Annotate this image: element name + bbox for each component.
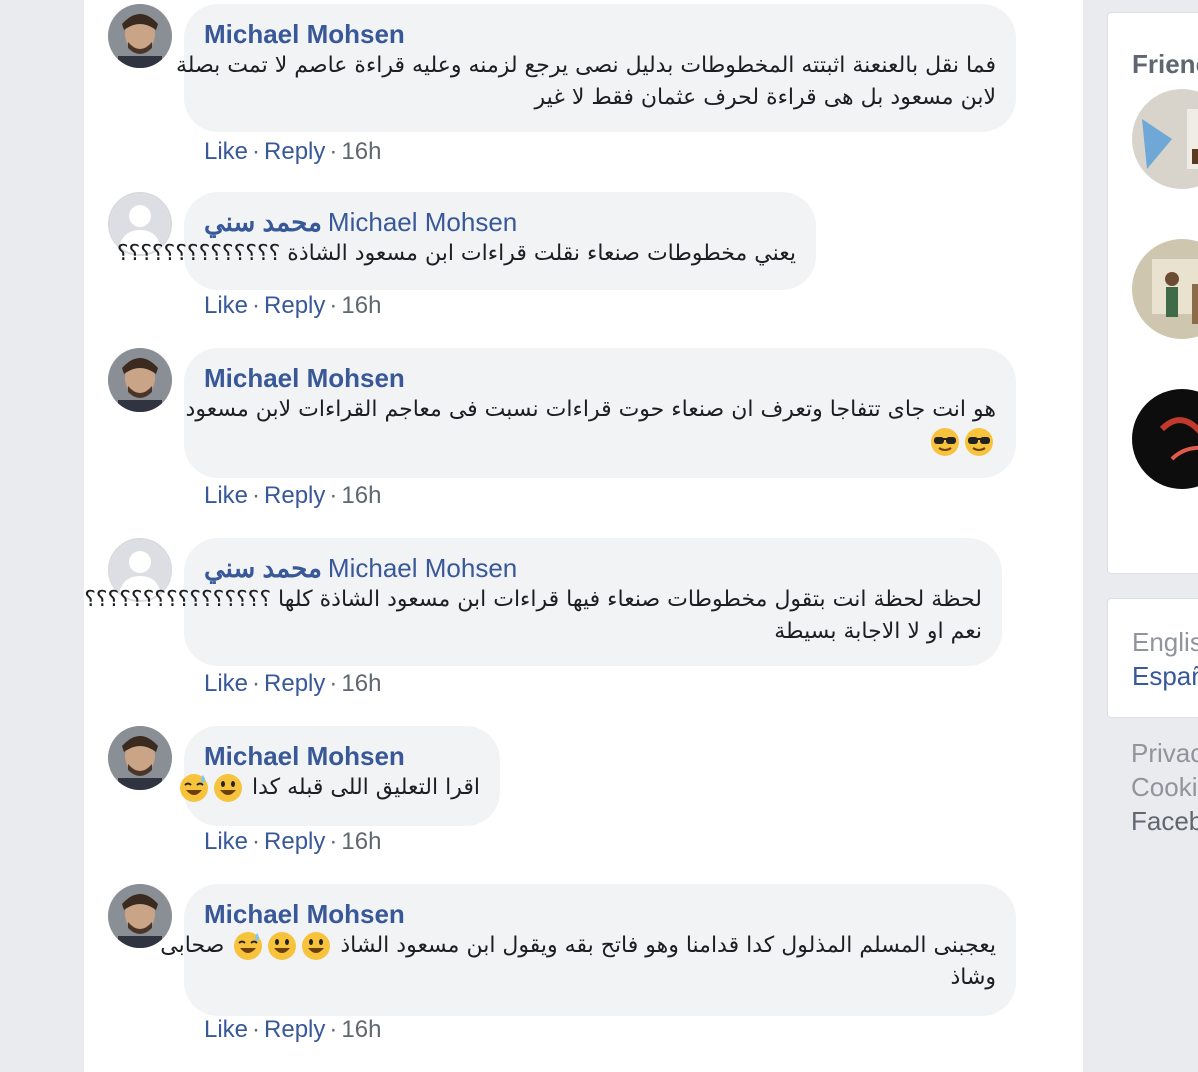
- reply-button[interactable]: Reply: [264, 292, 325, 319]
- sweat-smile-emoji: [233, 931, 263, 961]
- comment-author-link[interactable]: Michael Mohsen: [204, 741, 405, 771]
- comment-author-link[interactable]: Michael Mohsen: [204, 19, 405, 49]
- comment-text: يعني مخطوطات صنعاء نقلت قراءات ابن مسعود…: [116, 241, 796, 266]
- friend-photo[interactable]: [1132, 89, 1198, 189]
- mention-link[interactable]: Michael Mohsen: [328, 553, 517, 583]
- profile-photo-icon: [108, 726, 172, 790]
- avatar[interactable]: [108, 726, 172, 790]
- friend-photo-icon: [1132, 389, 1198, 489]
- mention-link[interactable]: Michael Mohsen: [328, 207, 517, 237]
- comment-timestamp[interactable]: 16h: [341, 828, 381, 855]
- comment-text: اقرا التعليق اللى قبله كدا: [180, 772, 480, 804]
- cookies-link[interactable]: Cooki: [1131, 772, 1197, 803]
- facebook-page: Michael Mohsen فما نقل بالعنعنة اثبتته ا…: [0, 0, 1198, 1072]
- separator: ·: [252, 670, 261, 697]
- friend-photo[interactable]: [1132, 389, 1198, 489]
- like-button[interactable]: Like: [204, 828, 248, 855]
- separator: ·: [252, 828, 261, 855]
- comment-actions: Like · Reply · 16h: [204, 482, 381, 510]
- friends-title[interactable]: Frienc: [1132, 49, 1198, 80]
- separator: ·: [329, 828, 338, 855]
- comment-bubble: Michael Mohsen فما نقل بالعنعنة اثبتته ا…: [176, 4, 1016, 132]
- comment-author-link[interactable]: محمد سني: [204, 207, 322, 237]
- comment-text: لحظة لحظة انت بتقول مخطوطات صنعاء فيها ق…: [84, 587, 982, 644]
- comment-bubble: محمد سني Michael Mohsen لحظة لحظة انت بتق…: [84, 538, 1002, 666]
- separator: ·: [329, 292, 338, 319]
- reply-button[interactable]: Reply: [264, 138, 325, 165]
- like-button[interactable]: Like: [204, 138, 248, 165]
- like-button[interactable]: Like: [204, 292, 248, 319]
- separator: ·: [252, 292, 261, 319]
- language-link-spanish[interactable]: Españ: [1132, 661, 1198, 692]
- comment-timestamp[interactable]: 16h: [341, 138, 381, 165]
- like-button[interactable]: Like: [204, 482, 248, 509]
- reply-button[interactable]: Reply: [264, 1016, 325, 1043]
- comment-timestamp[interactable]: 16h: [341, 292, 381, 319]
- grinning-emoji: [267, 931, 297, 961]
- comment-actions: Like · Reply · 16h: [204, 1016, 381, 1044]
- comment-bubble: Michael Mohsen اقرا التعليق اللى قبله كد…: [180, 726, 500, 826]
- comment-author-link[interactable]: Michael Mohsen: [204, 363, 405, 393]
- comment-text: هو انت جاى تتفاجا وتعرف ان صنعاء حوت قرا…: [186, 394, 996, 458]
- avatar[interactable]: [108, 348, 172, 412]
- friends-card: Frienc: [1107, 12, 1198, 574]
- comment-text: فما نقل بالعنعنة اثبتته المخطوطات بدليل …: [176, 53, 996, 110]
- comment-timestamp[interactable]: 16h: [341, 670, 381, 697]
- grinning-emoji: [213, 773, 243, 803]
- reply-button[interactable]: Reply: [264, 670, 325, 697]
- language-card: Englis Españ: [1107, 598, 1198, 718]
- comments-panel: Michael Mohsen فما نقل بالعنعنة اثبتته ا…: [84, 0, 1083, 1072]
- comment-bubble: محمد سني Michael Mohsen يعني مخطوطات صنعا…: [116, 192, 816, 290]
- reply-button[interactable]: Reply: [264, 828, 325, 855]
- comment-text: يعجبنى المسلم المذلول كدا قدامنا وهو فات…: [160, 931, 996, 990]
- profile-photo-icon: [108, 348, 172, 412]
- profile-photo-icon: [108, 4, 172, 68]
- friend-photo-icon: [1132, 239, 1198, 339]
- comment-timestamp[interactable]: 16h: [341, 1016, 381, 1043]
- sunglasses-emoji: [930, 427, 960, 457]
- comment-author-link[interactable]: محمد سني: [204, 553, 322, 583]
- friend-photo[interactable]: [1132, 239, 1198, 339]
- comment-bubble: Michael Mohsen هو انت جاى تتفاجا وتعرف ا…: [184, 348, 1016, 478]
- separator: ·: [252, 1016, 261, 1043]
- separator: ·: [329, 482, 338, 509]
- like-button[interactable]: Like: [204, 1016, 248, 1043]
- separator: ·: [329, 138, 338, 165]
- comment-bubble: Michael Mohsen يعجبنى المسلم المذلول كدا…: [160, 884, 1016, 1016]
- avatar[interactable]: [108, 4, 172, 68]
- comment-timestamp[interactable]: 16h: [341, 482, 381, 509]
- separator: ·: [329, 1016, 338, 1043]
- reply-button[interactable]: Reply: [264, 482, 325, 509]
- friend-photo-icon: [1132, 89, 1198, 189]
- comment-actions: Like · Reply · 16h: [204, 670, 381, 698]
- facebook-copyright: Faceb: [1131, 806, 1198, 836]
- comment-author-link[interactable]: Michael Mohsen: [204, 899, 405, 929]
- comment-actions: Like · Reply · 16h: [204, 138, 381, 166]
- comment-actions: Like · Reply · 16h: [204, 828, 381, 856]
- like-button[interactable]: Like: [204, 670, 248, 697]
- separator: ·: [252, 482, 261, 509]
- language-link-english[interactable]: Englis: [1132, 627, 1198, 658]
- sweat-smile-emoji: [179, 773, 209, 803]
- comment-actions: Like · Reply · 16h: [204, 292, 381, 320]
- separator: ·: [252, 138, 261, 165]
- privacy-link[interactable]: Privac: [1131, 738, 1198, 769]
- separator: ·: [329, 670, 338, 697]
- grinning-emoji: [301, 931, 331, 961]
- sunglasses-emoji: [964, 427, 994, 457]
